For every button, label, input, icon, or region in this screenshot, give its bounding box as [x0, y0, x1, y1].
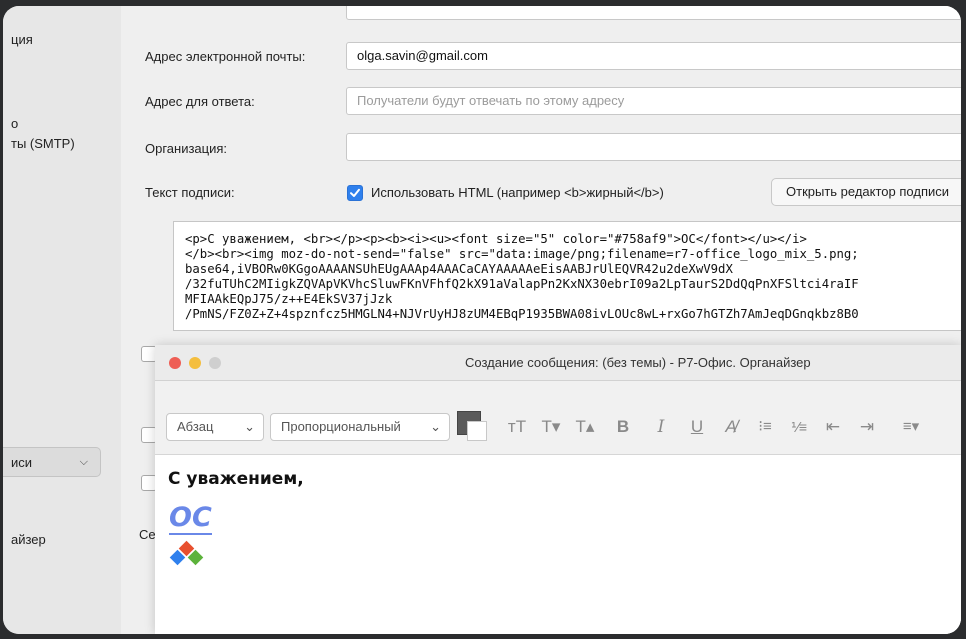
chevron-down-icon: ⌵ [79, 455, 88, 468]
signature-label: Текст подписи: [145, 185, 235, 200]
message-body-editor[interactable]: С уважением, OC [155, 455, 961, 634]
organization-label: Организация: [145, 141, 228, 156]
code-line: /PmNS/FZ0Z+Z+4spznfcz5HMGLN4+NJVrUyHJ8zU… [185, 307, 859, 321]
sidebar-item-identity[interactable]: ция [11, 32, 33, 47]
format-toolbar: Абзац ⌄ Пропорциональный ⌄ тT T▾ T▴ B I … [155, 381, 961, 455]
code-line: <p>С уважением, <br></p><p><b><i><u><fon… [185, 232, 807, 246]
reply-to-label: Адрес для ответа: [145, 94, 255, 109]
italic-icon[interactable]: I [649, 413, 673, 441]
email-label: Адрес электронной почты: [145, 49, 306, 64]
compose-window-title: Создание сообщения: (без темы) - Р7-Офис… [465, 355, 811, 370]
signature-html-textarea[interactable]: <p>С уважением, <br></p><p><b><i><u><fon… [173, 221, 961, 331]
underline-icon[interactable]: U [685, 413, 709, 441]
chevron-down-icon: ⌄ [430, 419, 441, 434]
text-color-picker[interactable] [457, 411, 487, 441]
paragraph-format-select[interactable]: Абзац ⌄ [166, 413, 264, 441]
signature-logo-initials: OC [169, 502, 212, 535]
code-line: </b><br><img moz-do-not-send="false" src… [185, 247, 859, 261]
use-html-checkbox[interactable] [347, 185, 363, 201]
compose-titlebar: Создание сообщения: (без темы) - Р7-Офис… [155, 345, 961, 381]
partial-label: Се [139, 527, 156, 542]
numbered-list-icon[interactable]: ⅟≡ [787, 413, 811, 441]
minimize-window-button[interactable] [189, 357, 201, 369]
close-window-button[interactable] [169, 357, 181, 369]
bullet-list-icon[interactable]: ⁝≡ [753, 413, 777, 441]
zoom-window-button[interactable] [209, 357, 221, 369]
paragraph-format-label: Абзац [177, 419, 214, 434]
email-field[interactable]: olga.savin@gmail.com [346, 42, 961, 70]
signature-logo-text: OC [169, 502, 212, 535]
font-select[interactable]: Пропорциональный ⌄ [270, 413, 450, 441]
code-line: /32fuTUhC2MIigkZQVApVKVhcSluwFKnVFhfQ2kX… [185, 277, 859, 291]
organization-field[interactable] [346, 133, 961, 161]
font-select-label: Пропорциональный [281, 419, 401, 434]
bold-icon[interactable]: B [611, 413, 635, 441]
sidebar: ция о ты (SMTP) иси ⌵ айзер [3, 6, 121, 634]
clear-formatting-icon[interactable]: A̸ [719, 413, 743, 441]
sidebar-select[interactable]: иси ⌵ [3, 447, 101, 477]
decrease-font-size-icon[interactable]: T▾ [539, 413, 563, 441]
r7-office-logo [169, 540, 209, 573]
code-line: MFIAAkEQpJ75/z++E4EkSV37jJzk [185, 292, 393, 306]
align-menu-icon[interactable]: ≡▾ [891, 413, 931, 441]
sidebar-item-smtp[interactable]: ты (SMTP) [11, 136, 75, 151]
sidebar-item-organizer[interactable]: айзер [11, 532, 46, 547]
increase-font-size-icon[interactable]: тT [505, 413, 529, 441]
code-line: base64,iVBORw0KGgoAAAANSUhEUgAAAp4AAACaC… [185, 262, 733, 276]
indent-icon[interactable]: ⇥ [855, 413, 879, 441]
sidebar-select-label: иси [11, 454, 33, 470]
open-signature-editor-button[interactable]: Открыть редактор подписи [771, 178, 961, 206]
reply-to-field[interactable]: Получатели будут отвечать по этому адрес… [346, 87, 961, 115]
superscript-icon[interactable]: T▴ [573, 413, 597, 441]
outdent-icon[interactable]: ⇤ [821, 413, 845, 441]
background-color-swatch [467, 421, 487, 441]
name-field-partial[interactable] [346, 6, 961, 20]
signature-greeting: С уважением, [168, 469, 304, 489]
chevron-down-icon: ⌄ [244, 419, 255, 434]
screen: ция о ты (SMTP) иси ⌵ айзер Адрес электр… [3, 6, 961, 634]
use-html-label: Использовать HTML (например <b>жирный</b… [371, 185, 664, 200]
checkmark-icon [350, 188, 360, 197]
sidebar-item-outgoing[interactable]: о [11, 116, 18, 131]
compose-window: Создание сообщения: (без темы) - Р7-Офис… [155, 345, 961, 634]
